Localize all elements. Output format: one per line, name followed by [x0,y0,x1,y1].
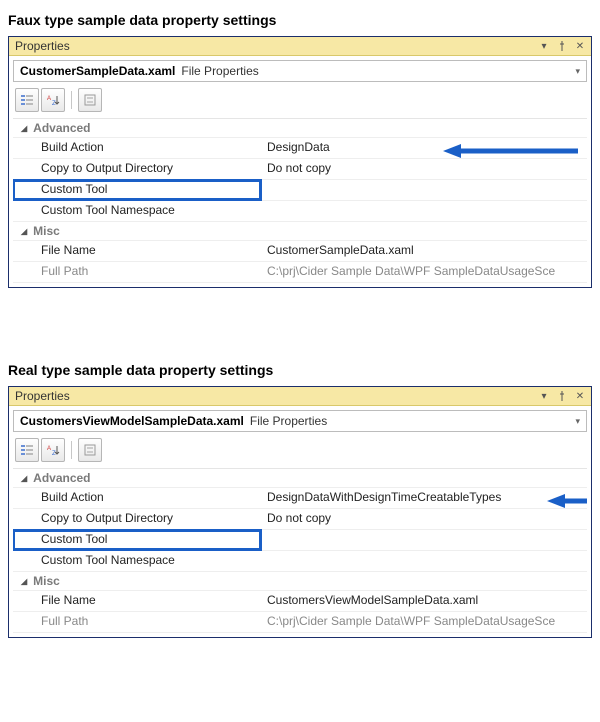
categorized-button[interactable] [15,88,39,112]
prop-copy-to-output[interactable]: Copy to Output Directory Do not copy [13,509,587,530]
svg-text:A: A [47,446,51,452]
close-icon[interactable]: ✕ [573,39,587,53]
category-advanced[interactable]: ◢ Advanced [13,469,587,488]
prop-label: Custom Tool Namespace [13,551,261,571]
prop-label: Build Action [13,488,261,508]
category-label: Advanced [33,471,90,485]
alphabetical-button[interactable]: AZ [41,88,65,112]
properties-panel: Properties ▾ ✕ CustomerSampleData.xaml F… [8,36,592,288]
prop-custom-tool-namespace[interactable]: Custom Tool Namespace [13,551,587,572]
prop-label: Build Action [13,138,261,158]
prop-value[interactable] [261,530,587,550]
section-title: Faux type sample data property settings [8,12,592,28]
category-misc[interactable]: ◢ Misc [13,222,587,241]
prop-full-path[interactable]: Full Path C:\prj\Cider Sample Data\WPF S… [13,262,587,283]
prop-value[interactable]: DesignDataWithDesignTimeCreatableTypes [261,488,587,508]
prop-build-action[interactable]: Build Action DesignDataWithDesignTimeCre… [13,488,587,509]
prop-value[interactable]: DesignData [261,138,587,158]
prop-copy-to-output[interactable]: Copy to Output Directory Do not copy [13,159,587,180]
object-name: CustomerSampleData.xaml [20,64,175,78]
panel-title: Properties [15,39,70,53]
prop-label: Custom Tool Namespace [13,201,261,221]
panel-titlebar: Properties ▾ ✕ [9,37,591,56]
toolbar: AZ [9,436,591,466]
toolbar-separator [71,441,72,459]
toolbar-separator [71,91,72,109]
categorized-button[interactable] [15,438,39,462]
prop-custom-tool-namespace[interactable]: Custom Tool Namespace [13,201,587,222]
prop-file-name[interactable]: File Name CustomerSampleData.xaml [13,241,587,262]
section-title: Real type sample data property settings [8,362,592,378]
prop-value[interactable]: Do not copy [261,159,587,179]
property-pages-button[interactable] [78,88,102,112]
prop-label: Full Path [13,612,261,632]
svg-text:A: A [47,96,51,102]
panel-titlebar: Properties ▾ ✕ [9,387,591,406]
category-label: Misc [33,224,60,238]
prop-label: Custom Tool [13,180,261,200]
prop-value[interactable]: C:\prj\Cider Sample Data\WPF SampleDataU… [261,612,587,632]
prop-value[interactable] [261,551,587,571]
object-subtitle: File Properties [181,64,258,78]
alphabetical-button[interactable]: AZ [41,438,65,462]
prop-label: File Name [13,591,261,611]
window-position-icon[interactable]: ▾ [537,39,551,53]
pin-icon[interactable] [555,39,569,53]
chevron-down-icon: ▾ [575,416,580,427]
object-subtitle: File Properties [250,414,327,428]
property-grid: ◢ Advanced Build Action DesignDataWithDe… [13,468,587,633]
pin-icon[interactable] [555,389,569,403]
prop-custom-tool[interactable]: Custom Tool [13,530,587,551]
object-combobox[interactable]: CustomersViewModelSampleData.xaml File P… [13,410,587,432]
prop-label: Custom Tool [13,530,261,550]
object-name: CustomersViewModelSampleData.xaml [20,414,244,428]
prop-value[interactable]: CustomersViewModelSampleData.xaml [261,591,587,611]
prop-file-name[interactable]: File Name CustomersViewModelSampleData.x… [13,591,587,612]
category-label: Misc [33,574,60,588]
prop-value[interactable]: Do not copy [261,509,587,529]
expand-icon: ◢ [21,474,27,483]
category-label: Advanced [33,121,90,135]
prop-label: Copy to Output Directory [13,509,261,529]
panel-title: Properties [15,389,70,403]
property-pages-button[interactable] [78,438,102,462]
property-grid: ◢ Advanced Build Action DesignData Copy … [13,118,587,283]
expand-icon: ◢ [21,227,27,236]
prop-value[interactable] [261,180,587,200]
category-misc[interactable]: ◢ Misc [13,572,587,591]
prop-build-action[interactable]: Build Action DesignData [13,138,587,159]
toolbar: AZ [9,86,591,116]
prop-value[interactable]: CustomerSampleData.xaml [261,241,587,261]
prop-label: File Name [13,241,261,261]
window-position-icon[interactable]: ▾ [537,389,551,403]
prop-value[interactable]: C:\prj\Cider Sample Data\WPF SampleDataU… [261,262,587,282]
prop-label: Full Path [13,262,261,282]
prop-full-path[interactable]: Full Path C:\prj\Cider Sample Data\WPF S… [13,612,587,633]
properties-panel: Properties ▾ ✕ CustomersViewModelSampleD… [8,386,592,638]
prop-label: Copy to Output Directory [13,159,261,179]
object-combobox[interactable]: CustomerSampleData.xaml File Properties … [13,60,587,82]
prop-custom-tool[interactable]: Custom Tool [13,180,587,201]
prop-value[interactable] [261,201,587,221]
category-advanced[interactable]: ◢ Advanced [13,119,587,138]
expand-icon: ◢ [21,124,27,133]
expand-icon: ◢ [21,577,27,586]
close-icon[interactable]: ✕ [573,389,587,403]
chevron-down-icon: ▾ [575,66,580,77]
